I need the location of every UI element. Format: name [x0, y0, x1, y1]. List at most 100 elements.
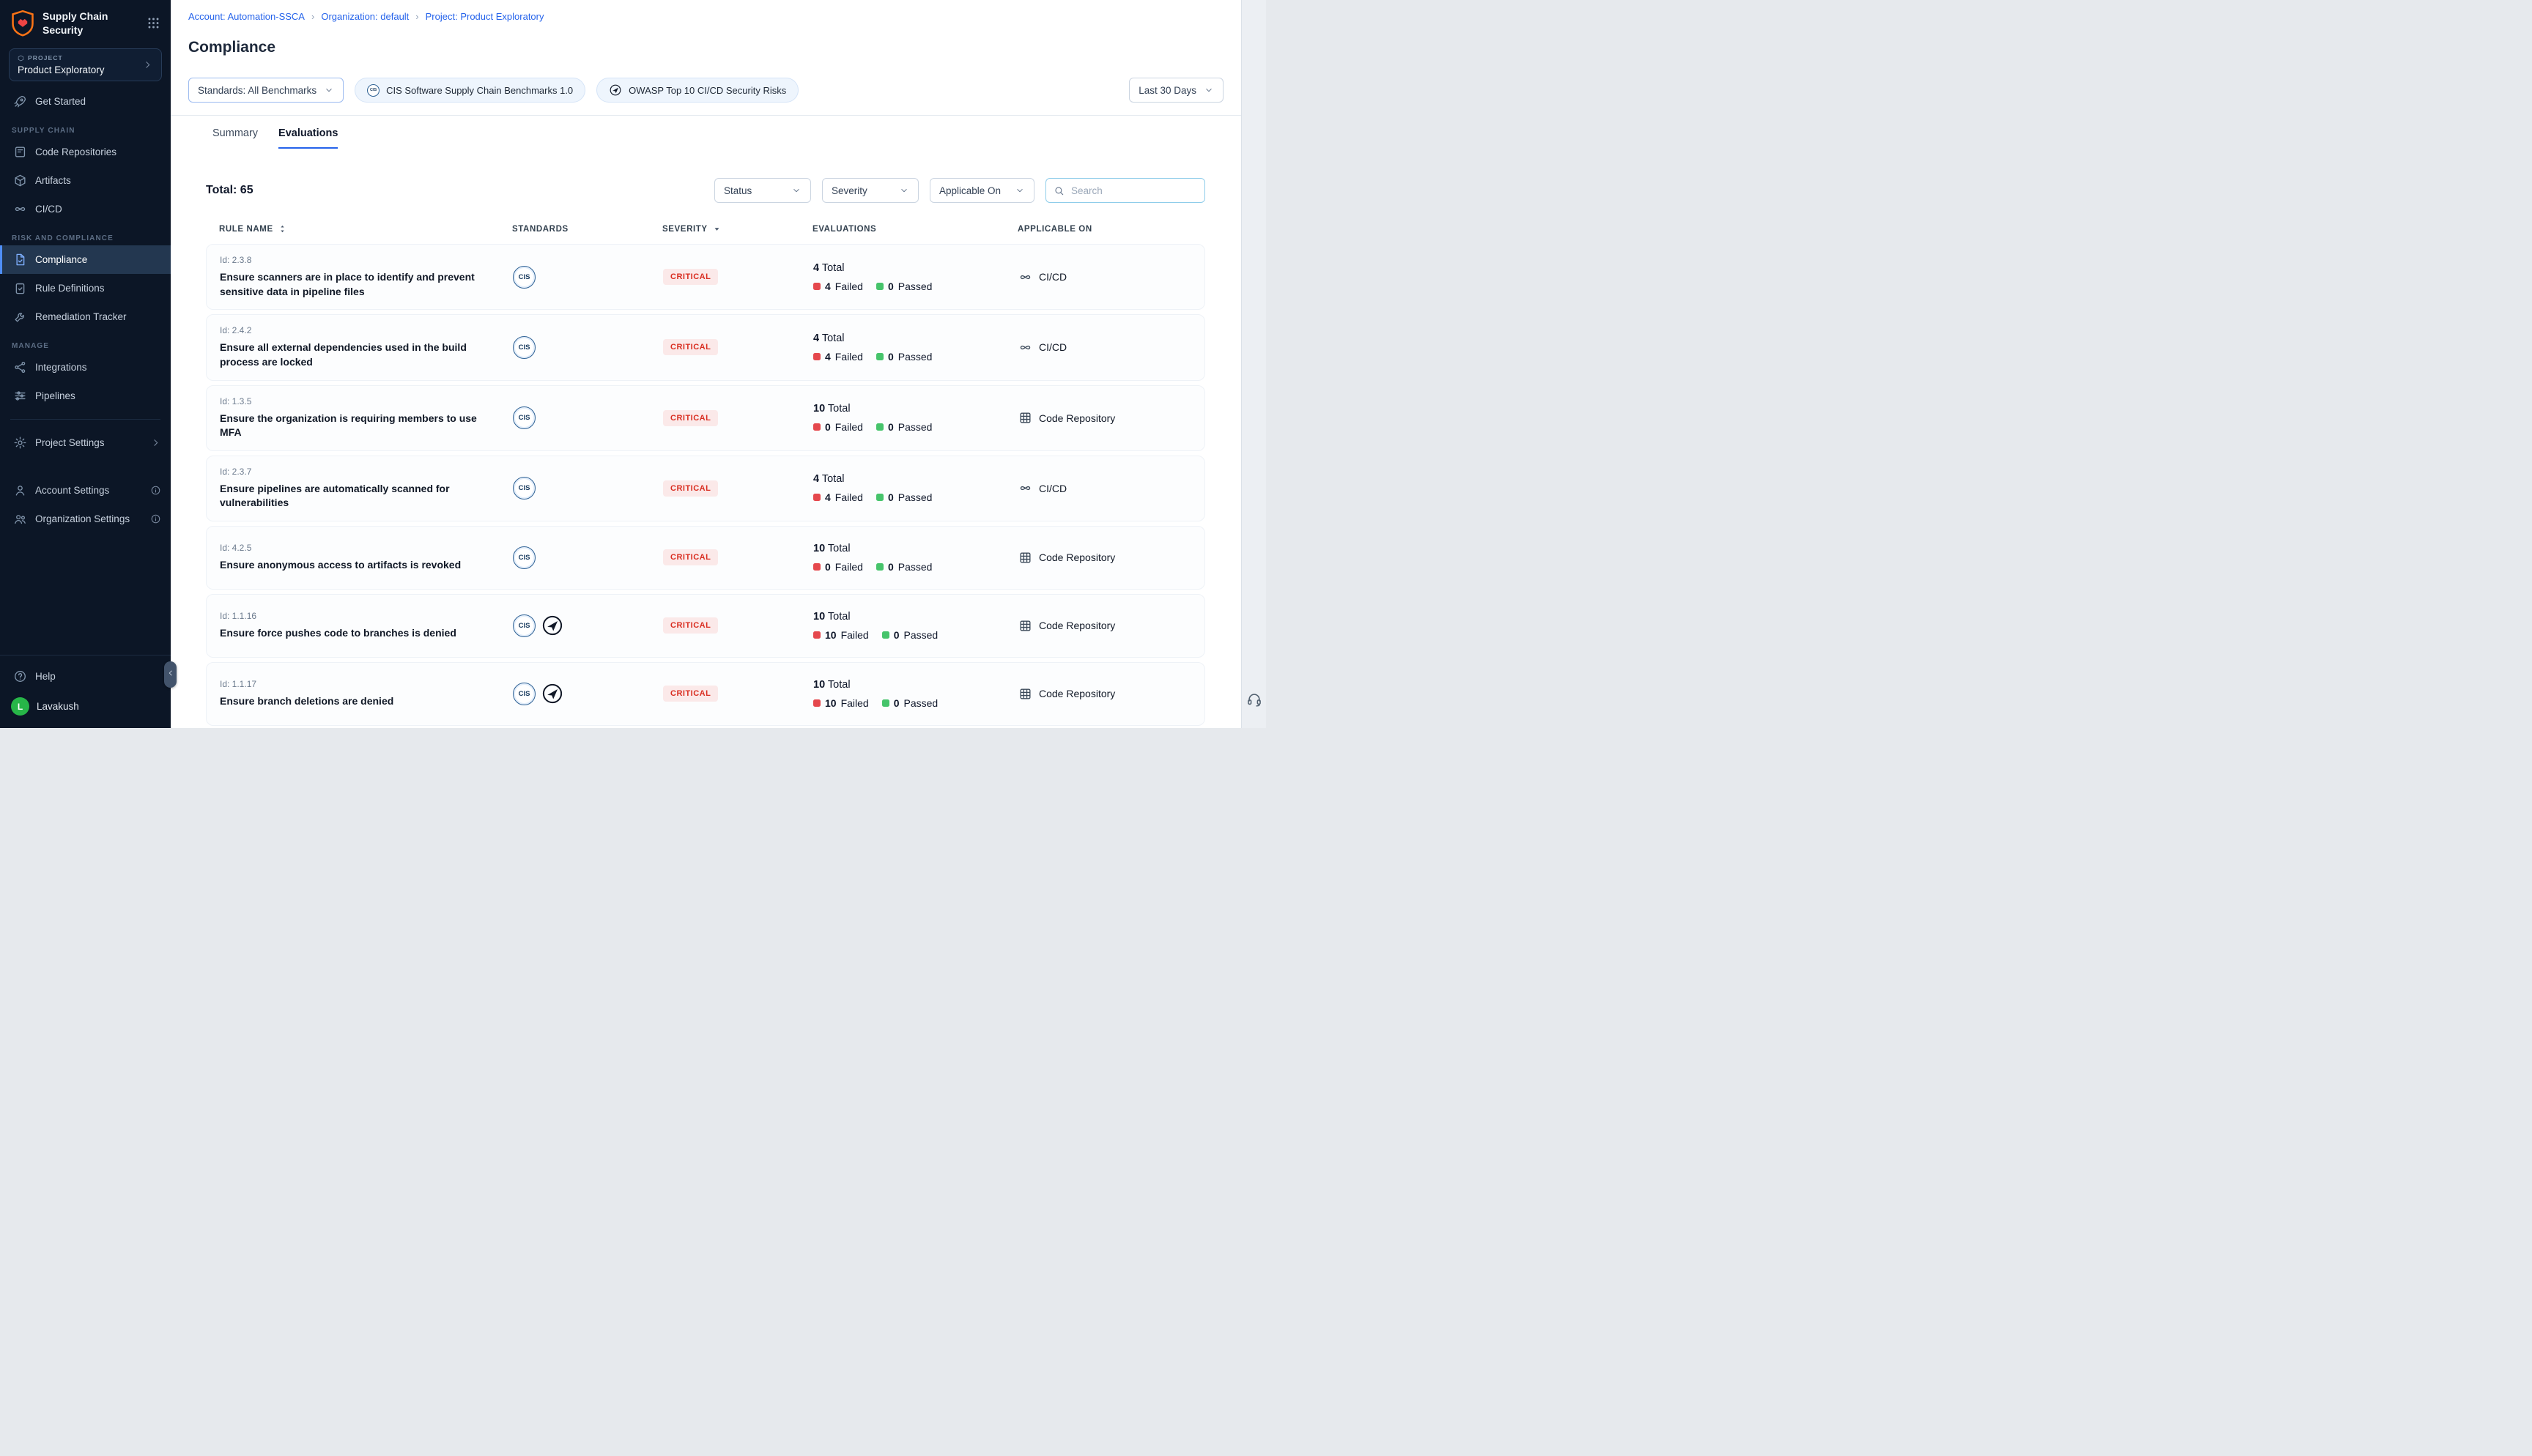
standards-select[interactable]: Standards: All Benchmarks: [188, 78, 344, 103]
severity-filter[interactable]: Severity: [822, 178, 919, 203]
search-input[interactable]: [1070, 185, 1197, 197]
failed-indicator: [813, 283, 821, 290]
support-headset-icon[interactable]: [1246, 691, 1262, 707]
chevron-down-icon: [1015, 185, 1025, 196]
sidebar-item-compliance[interactable]: Compliance: [0, 245, 171, 274]
evaluations-cell: 10 Total 10 Failed 0 Passed: [813, 611, 1018, 641]
sidebar-item-ci-cd[interactable]: CI/CD: [0, 195, 171, 223]
owasp-icon: [541, 614, 564, 637]
table-row[interactable]: Id: 1.1.16 Ensure force pushes code to b…: [206, 594, 1205, 658]
section-title: SUPPLY CHAIN: [12, 127, 171, 135]
applicable-on-cell: CI/CD: [1018, 341, 1191, 354]
applicable-on-cell: CI/CD: [1018, 481, 1191, 495]
total-count: Total: 65: [206, 184, 253, 197]
sidebar-settings: Project Settings Account Settings Organi…: [0, 428, 171, 533]
rule-id: Id: 2.3.7: [220, 467, 513, 477]
sidebar-item-get-started[interactable]: Get Started: [0, 87, 171, 116]
applicable-on-cell: Code Repository: [1018, 551, 1191, 565]
brand-shield-icon: [10, 10, 35, 37]
rule-name: Ensure the organization is requiring mem…: [220, 412, 513, 440]
chevron-right-icon: [150, 437, 161, 448]
sidebar: Supply Chain Security PROJECT Product Ex…: [0, 0, 171, 728]
sort-desc-icon[interactable]: [711, 223, 722, 234]
severity-badge: CRITICAL: [663, 480, 718, 497]
failed-indicator: [813, 423, 821, 431]
table-body: Id: 2.3.8 Ensure scanners are in place t…: [206, 244, 1205, 726]
section-title: MANAGE: [12, 342, 171, 350]
help-label: Help: [35, 671, 56, 682]
user-menu[interactable]: L Lavakush: [0, 691, 171, 722]
sidebar-item-artifacts[interactable]: Artifacts: [0, 166, 171, 195]
rule-id: Id: 1.1.17: [220, 679, 513, 689]
failed-indicator: [813, 563, 821, 571]
table-row[interactable]: Id: 2.4.2 Ensure all external dependenci…: [206, 314, 1205, 380]
code-repository-icon: [1018, 687, 1032, 701]
severity-badge: CRITICAL: [663, 410, 718, 426]
users-icon: [13, 512, 27, 526]
sidebar-item-label: Compliance: [35, 254, 87, 265]
table-row[interactable]: Id: 1.1.17 Ensure branch deletions are d…: [206, 662, 1205, 726]
severity-cell: CRITICAL: [663, 686, 813, 702]
sidebar-nav: SUPPLY CHAIN Code Repositories Artifacts…: [0, 116, 171, 410]
standards-cell: CIS: [513, 336, 663, 359]
column-standards: STANDARDS: [512, 223, 662, 234]
standards-cell: CIS: [513, 477, 663, 499]
evaluations-cell: 10 Total 0 Failed 0 Passed: [813, 543, 1018, 573]
owasp-icon: [609, 83, 622, 97]
code-repository-icon: [1018, 411, 1032, 425]
applicable-on-filter[interactable]: Applicable On: [930, 178, 1034, 203]
standards-cell: CIS: [513, 406, 663, 429]
sidebar-item-organization-settings[interactable]: Organization Settings: [0, 505, 171, 533]
table-row[interactable]: Id: 2.3.7 Ensure pipelines are automatic…: [206, 456, 1205, 521]
sliders-icon: [13, 389, 27, 403]
sidebar-collapse-handle[interactable]: [164, 661, 177, 688]
failed-indicator: [813, 699, 821, 707]
tab-evaluations[interactable]: Evaluations: [278, 127, 338, 149]
sidebar-item-rule-definitions[interactable]: Rule Definitions: [0, 274, 171, 302]
rule-id: Id: 2.3.8: [220, 255, 513, 265]
rule-cell: Id: 2.3.7 Ensure pipelines are automatic…: [220, 467, 513, 510]
breadcrumb-project[interactable]: Project: Product Exploratory: [426, 11, 544, 22]
breadcrumb-account[interactable]: Account: Automation-SSCA: [188, 11, 305, 22]
table-row[interactable]: Id: 4.2.5 Ensure anonymous access to art…: [206, 526, 1205, 590]
chevron-left-icon: [166, 668, 175, 681]
rule-cell: Id: 1.3.5 Ensure the organization is req…: [220, 396, 513, 440]
severity-cell: CRITICAL: [663, 617, 813, 634]
cis-icon: CIS: [513, 614, 536, 637]
sidebar-item-code-repositories[interactable]: Code Repositories: [0, 138, 171, 166]
sort-icon[interactable]: [277, 223, 288, 234]
tabs: Summary Evaluations: [171, 116, 1241, 149]
rule-cell: Id: 4.2.5 Ensure anonymous access to art…: [220, 543, 513, 573]
info-icon: [150, 485, 161, 496]
sidebar-item-project-settings[interactable]: Project Settings: [0, 428, 171, 457]
rule-id: Id: 1.1.16: [220, 611, 513, 621]
cicd-infinity-icon: [1018, 481, 1032, 495]
chip-cis-benchmark[interactable]: CIS CIS Software Supply Chain Benchmarks…: [355, 78, 585, 103]
standards-cell: CIS: [513, 682, 663, 705]
table-row[interactable]: Id: 2.3.8 Ensure scanners are in place t…: [206, 244, 1205, 310]
project-selector[interactable]: PROJECT Product Exploratory: [9, 48, 162, 81]
sidebar-item-integrations[interactable]: Integrations: [0, 353, 171, 382]
sidebar-item-help[interactable]: Help: [0, 662, 171, 691]
gear-icon: [13, 436, 27, 450]
chip-owasp-top10[interactable]: OWASP Top 10 CI/CD Security Risks: [596, 78, 799, 103]
apps-grid-icon[interactable]: [147, 16, 160, 30]
severity-cell: CRITICAL: [663, 339, 813, 355]
status-filter[interactable]: Status: [714, 178, 811, 203]
rule-name: Ensure scanners are in place to identify…: [220, 270, 513, 299]
passed-indicator: [882, 631, 889, 639]
evaluations-cell: 10 Total 10 Failed 0 Passed: [813, 679, 1018, 709]
share-nodes-icon: [13, 360, 27, 374]
sidebar-item-account-settings[interactable]: Account Settings: [0, 476, 171, 505]
sidebar-item-label: Integrations: [35, 362, 87, 373]
project-name: Product Exploratory: [18, 64, 142, 75]
table-row[interactable]: Id: 1.3.5 Ensure the organization is req…: [206, 385, 1205, 451]
severity-cell: CRITICAL: [663, 549, 813, 565]
breadcrumb-organization[interactable]: Organization: default: [321, 11, 409, 22]
cube-icon: [13, 174, 27, 187]
sidebar-item-remediation-tracker[interactable]: Remediation Tracker: [0, 302, 171, 331]
sidebar-item-pipelines[interactable]: Pipelines: [0, 382, 171, 410]
date-range-select[interactable]: Last 30 Days: [1129, 78, 1224, 103]
tab-summary[interactable]: Summary: [212, 127, 258, 149]
passed-indicator: [876, 353, 884, 360]
